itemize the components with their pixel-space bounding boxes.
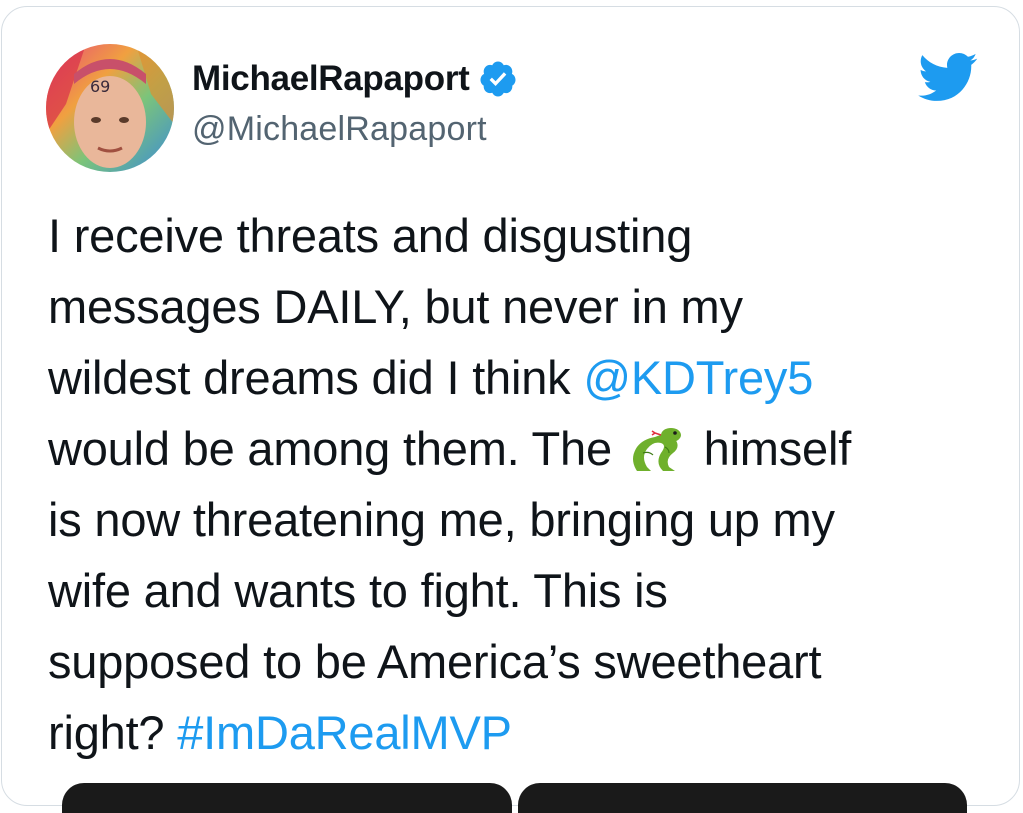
tweet-text-line: is now threatening me, bringing up my	[48, 493, 835, 546]
tweet-text: I receive threats and disgusting message…	[48, 200, 988, 768]
tweet-text-segment: himself	[690, 422, 852, 475]
tweet-text-line: wife and wants to fight. This is	[48, 564, 668, 617]
tweet-text-line: messages DAILY, but never in my	[48, 280, 743, 333]
tweet-text-line: supposed to be America’s sweetheart	[48, 635, 822, 688]
tweet-text-segment: would be among them. The	[48, 422, 625, 475]
author-display-name[interactable]: MichaelRapaport	[192, 59, 470, 99]
hashtag-link[interactable]: #ImDaRealMVP	[177, 706, 512, 759]
tweet-text-line: wildest dreams did I think @KDTrey5	[48, 342, 988, 413]
author-avatar[interactable]: 69	[46, 44, 174, 172]
tweet-text-line: would be among them. The himself	[48, 413, 988, 484]
media-image[interactable]	[517, 783, 967, 813]
avatar-image: 69	[46, 44, 174, 172]
tweet-text-line: I receive threats and disgusting	[48, 209, 693, 262]
media-image[interactable]	[62, 783, 512, 813]
tweet-text-segment: right?	[48, 706, 178, 759]
media-attachments[interactable]	[62, 783, 967, 813]
author-name-row[interactable]: MichaelRapaport	[192, 59, 518, 99]
tweet-card[interactable]: 69 MichaelRapaport @MichaelRapaport I re…	[1, 6, 1020, 813]
svg-text:69: 69	[90, 77, 110, 96]
tweet-text-line: right? #ImDaRealMVP	[48, 697, 988, 768]
mention-link[interactable]: @KDTrey5	[583, 351, 813, 404]
author-handle[interactable]: @MichaelRapaport	[192, 110, 487, 149]
verified-badge-icon	[479, 61, 515, 97]
tweet-text-segment: wildest dreams did I think	[48, 351, 584, 404]
snake-emoji-icon	[632, 428, 681, 471]
twitter-bird-icon[interactable]	[915, 51, 979, 103]
